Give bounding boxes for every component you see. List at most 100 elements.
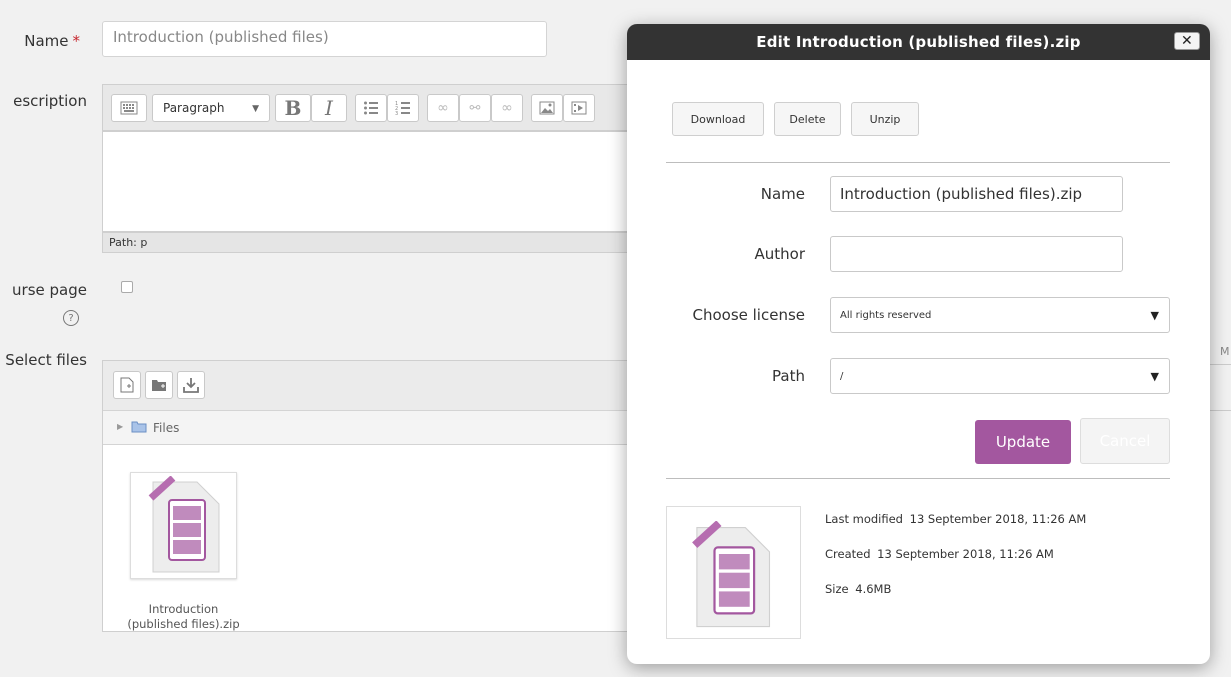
download-icon bbox=[183, 378, 199, 393]
license-value: All rights reserved bbox=[840, 309, 932, 321]
toolbar-collapse-button[interactable] bbox=[111, 94, 147, 122]
license-select[interactable]: All rights reserved ▼ bbox=[830, 297, 1170, 333]
close-icon: ✕ bbox=[1181, 33, 1193, 49]
media-icon bbox=[571, 101, 587, 115]
author-input[interactable] bbox=[830, 236, 1123, 272]
license-label: Choose license bbox=[692, 306, 805, 324]
dialog-name-value: Introduction (published files).zip bbox=[840, 185, 1083, 203]
dialog-name-label: Name bbox=[760, 185, 805, 203]
edit-file-dialog: Edit Introduction (published files).zip … bbox=[627, 24, 1210, 664]
link-icon: ∞ bbox=[437, 100, 449, 116]
files-breadcrumb-label[interactable]: Files bbox=[153, 421, 179, 435]
unzip-button-label: Unzip bbox=[869, 112, 901, 126]
file-thumbnail bbox=[130, 472, 237, 579]
name-input[interactable]: Introduction (published files) bbox=[102, 21, 547, 57]
course-page-label: urse page bbox=[12, 281, 87, 299]
numbered-list-button[interactable]: 123 bbox=[387, 94, 419, 122]
unlink-icon: ⚯ bbox=[469, 100, 481, 116]
created: Created 13 September 2018, 11:26 AM bbox=[825, 547, 1054, 561]
file-item-name-line2: (published files).zip bbox=[127, 617, 240, 631]
path-select[interactable]: / ▼ bbox=[830, 358, 1170, 394]
dialog-divider-top bbox=[666, 162, 1170, 163]
help-icon[interactable]: ? bbox=[63, 310, 79, 326]
folder-icon bbox=[131, 421, 147, 433]
chevron-down-icon: ▼ bbox=[252, 104, 259, 114]
image-icon bbox=[539, 101, 555, 115]
bullet-list-button[interactable] bbox=[355, 94, 387, 122]
path-value: / bbox=[840, 370, 844, 382]
media-button[interactable] bbox=[563, 94, 595, 122]
expand-arrow-icon[interactable]: ▶ bbox=[117, 422, 123, 431]
chevron-down-icon: ▼ bbox=[1150, 370, 1159, 383]
numbered-list-icon: 123 bbox=[395, 101, 410, 116]
select-files-label: Select files bbox=[5, 351, 87, 369]
cancel-button-label: Cancel bbox=[1099, 432, 1151, 450]
svg-text:3: 3 bbox=[395, 111, 398, 116]
right-divider bbox=[1210, 364, 1231, 365]
italic-button[interactable]: I bbox=[311, 94, 347, 122]
name-label-text: Name bbox=[24, 32, 69, 50]
unlink-button[interactable]: ⚯ bbox=[459, 94, 491, 122]
created-value: 13 September 2018, 11:26 AM bbox=[877, 547, 1054, 561]
editor-toolbar: Paragraph ▼ B I 123 ∞ ⚯ ∞ bbox=[102, 84, 642, 131]
size: Size 4.6MB bbox=[825, 582, 891, 596]
image-button[interactable] bbox=[531, 94, 563, 122]
preview-thumbnail bbox=[666, 506, 801, 639]
dialog-title: Edit Introduction (published files).zip bbox=[756, 33, 1081, 51]
anchor-link-icon: ∞ bbox=[501, 100, 513, 116]
description-label: escription bbox=[13, 92, 87, 110]
file-item[interactable]: Introduction (published files).zip bbox=[113, 457, 240, 633]
dialog-header: Edit Introduction (published files).zip … bbox=[627, 24, 1210, 60]
name-label: Name * bbox=[20, 32, 80, 50]
editor-content-area[interactable] bbox=[102, 131, 642, 232]
anchor-button[interactable]: ∞ bbox=[491, 94, 523, 122]
size-label: Size bbox=[825, 582, 849, 596]
file-item-name: Introduction (published files).zip bbox=[121, 602, 246, 632]
unzip-button[interactable]: Unzip bbox=[851, 102, 919, 136]
last-modified-value: 13 September 2018, 11:26 AM bbox=[909, 512, 1087, 526]
update-button[interactable]: Update bbox=[975, 420, 1071, 464]
bold-button[interactable]: B bbox=[275, 94, 311, 122]
course-page-checkbox[interactable] bbox=[121, 281, 133, 293]
create-folder-button[interactable] bbox=[145, 371, 173, 399]
author-label: Author bbox=[754, 245, 805, 263]
required-mark: * bbox=[72, 32, 81, 50]
created-label: Created bbox=[825, 547, 871, 561]
editor-path-bar: Path: p bbox=[102, 232, 642, 253]
italic-icon: I bbox=[325, 96, 333, 120]
file-picker-breadcrumb: ▶ Files bbox=[103, 411, 641, 445]
name-input-value: Introduction (published files) bbox=[113, 28, 329, 46]
paragraph-select-label: Paragraph bbox=[163, 101, 225, 115]
zip-file-icon bbox=[692, 521, 771, 628]
download-button-label: Download bbox=[690, 112, 746, 126]
chevron-down-icon: ▼ bbox=[1150, 309, 1159, 322]
dialog-name-input[interactable]: Introduction (published files).zip bbox=[830, 176, 1123, 212]
download-all-button[interactable] bbox=[177, 371, 205, 399]
update-button-label: Update bbox=[995, 433, 1051, 451]
download-button[interactable]: Download bbox=[672, 102, 764, 136]
path-label: Path bbox=[772, 367, 805, 385]
cancel-button[interactable]: Cancel bbox=[1080, 418, 1170, 464]
file-picker-toolbar bbox=[103, 361, 641, 411]
add-file-button[interactable] bbox=[113, 371, 141, 399]
last-modified-label: Last modified bbox=[825, 512, 903, 526]
file-picker: ▶ Files Introduction (published files).z… bbox=[102, 360, 642, 632]
right-divider-2 bbox=[1210, 410, 1231, 411]
delete-button-label: Delete bbox=[789, 112, 826, 126]
editor-path-text: Path: p bbox=[109, 236, 148, 249]
close-button[interactable]: ✕ bbox=[1174, 32, 1200, 50]
last-modified: Last modified 13 September 2018, 11:26 A… bbox=[825, 512, 1086, 526]
link-button[interactable]: ∞ bbox=[427, 94, 459, 122]
size-value: 4.6MB bbox=[855, 582, 892, 596]
keyboard-icon bbox=[120, 101, 138, 115]
dialog-divider-bottom bbox=[666, 478, 1170, 479]
bullet-list-icon bbox=[364, 101, 378, 115]
folder-add-icon bbox=[152, 380, 166, 391]
file-add-icon bbox=[120, 377, 134, 393]
bold-icon: B bbox=[284, 96, 302, 120]
paragraph-select[interactable]: Paragraph ▼ bbox=[152, 94, 270, 122]
zip-file-icon bbox=[148, 476, 220, 573]
file-item-name-line1: Introduction bbox=[148, 602, 219, 616]
right-edge-text: M bbox=[1220, 345, 1230, 358]
delete-button[interactable]: Delete bbox=[774, 102, 841, 136]
